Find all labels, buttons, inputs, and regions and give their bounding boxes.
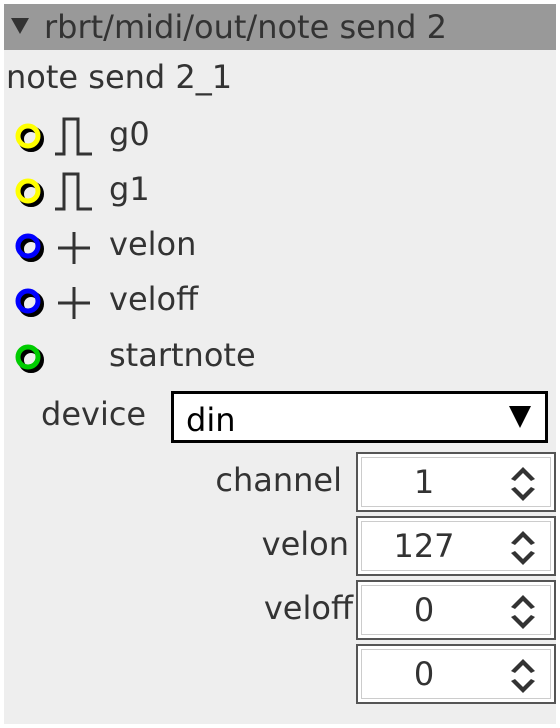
object-title: rbrt/midi/out/note send 2 [44, 8, 447, 46]
up-down-arrows-icon[interactable] [508, 656, 538, 696]
param-label-channel: channel [215, 461, 342, 499]
plus-icon [58, 287, 90, 319]
spinner-value: 127 [393, 527, 455, 565]
inlet-label: g0 [109, 115, 150, 153]
green-inlet-ring-icon[interactable] [14, 343, 44, 373]
blue-inlet-ring-icon[interactable] [14, 287, 44, 317]
param-label-velon: velon [261, 525, 349, 563]
up-down-arrows-icon[interactable] [508, 528, 538, 568]
inlet-label: g1 [109, 170, 150, 208]
device-selected-value: din [186, 401, 236, 439]
channel-spinner[interactable]: 1 [356, 452, 556, 512]
object-panel: rbrt/midi/out/note send 2 note send 2_1 … [4, 4, 556, 724]
device-dropdown[interactable]: din [171, 391, 548, 443]
pulse-icon [55, 172, 92, 211]
up-down-arrows-icon[interactable] [508, 464, 538, 504]
device-label: device [41, 395, 147, 433]
inlet-startnote: startnote [4, 331, 304, 381]
inlet-label: velon [109, 225, 197, 263]
veloff-spinner[interactable]: 0 [356, 580, 556, 640]
up-down-arrows-icon[interactable] [508, 592, 538, 632]
inlet-velon: velon [4, 220, 304, 270]
spinner-value: 1 [413, 463, 435, 501]
inlet-veloff: veloff [4, 275, 304, 325]
yellow-inlet-ring-icon[interactable] [14, 177, 44, 207]
pulse-icon [55, 117, 92, 156]
triangle-down-icon[interactable] [11, 18, 29, 34]
inlet-label: veloff [109, 280, 199, 318]
blue-inlet-ring-icon[interactable] [14, 232, 44, 262]
spinner-value: 0 [413, 655, 435, 693]
inlet-label: startnote [109, 336, 256, 374]
plus-icon [58, 232, 90, 264]
startnote-spinner[interactable]: 0 [356, 644, 556, 704]
dropdown-arrow-icon [509, 406, 531, 428]
velon-spinner[interactable]: 127 [356, 516, 556, 576]
param-label-veloff: veloff [263, 589, 353, 627]
title-bar[interactable]: rbrt/midi/out/note send 2 [4, 4, 556, 50]
instance-name[interactable]: note send 2_1 [6, 59, 232, 95]
yellow-inlet-ring-icon[interactable] [14, 122, 44, 152]
spinner-value: 0 [413, 591, 435, 629]
inlet-g1: g1 [4, 165, 304, 215]
inlet-g0: g0 [4, 110, 304, 160]
